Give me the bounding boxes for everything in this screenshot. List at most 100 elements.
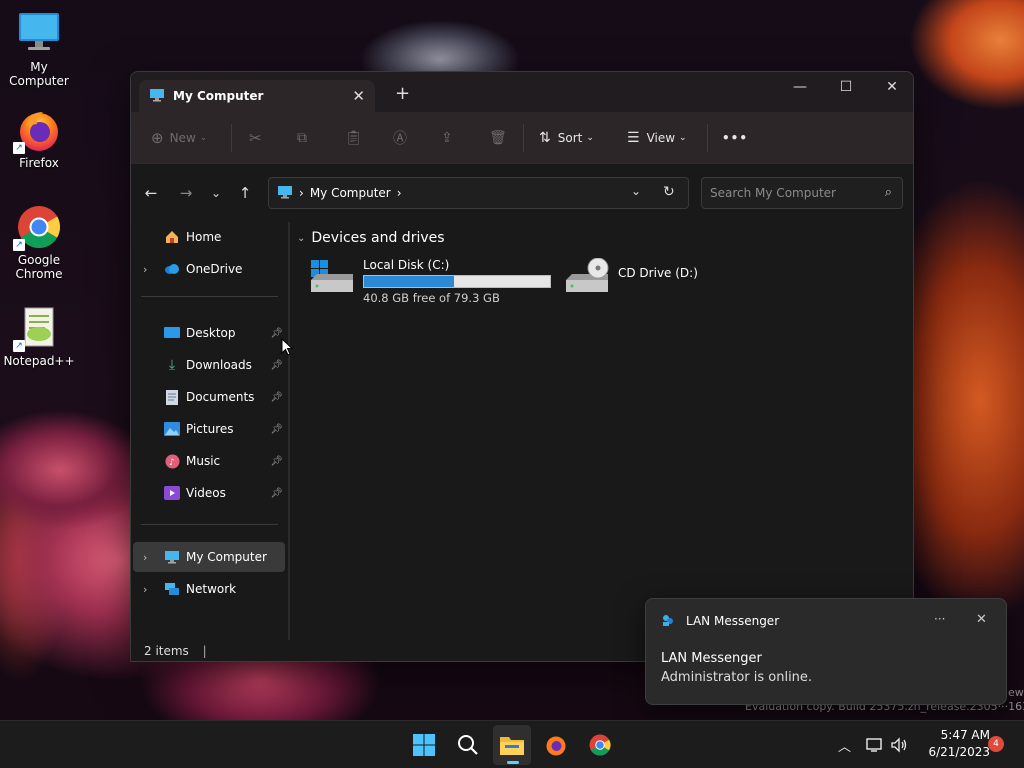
breadcrumb-separator[interactable]: › xyxy=(397,186,402,200)
chevron-down-icon: ⌄ xyxy=(586,133,594,143)
command-bar: ⊕ New ⌄ ✂ ⧉ 📋︎ Ⓐ ⇪ 🗑︎ ⇅ Sort ⌄ ☰ View ⌄ … xyxy=(131,112,913,164)
notification-toast[interactable]: LAN Messenger ··· ✕ LAN Messenger Admini… xyxy=(645,598,1007,705)
desktop-icon-label: Google Chrome xyxy=(15,253,63,281)
delete-button[interactable]: 🗑︎ xyxy=(489,125,507,151)
sidebar-item-desktop[interactable]: Desktop 📌︎ xyxy=(133,318,285,348)
shortcut-arrow-icon: ↗ xyxy=(13,142,25,154)
up-button[interactable]: ↑ xyxy=(234,182,256,204)
refresh-icon: ↻ xyxy=(663,184,675,200)
pin-icon[interactable]: 📌︎ xyxy=(270,456,283,467)
pin-icon[interactable]: 📌︎ xyxy=(270,392,283,403)
section-devices-and-drives[interactable]: ⌄ Devices and drives xyxy=(297,230,445,246)
pin-icon[interactable]: 📌︎ xyxy=(270,488,283,499)
drive-local-disk-c[interactable]: Local Disk (C:) 40.8 GB free of 79.3 GB xyxy=(309,258,551,305)
pin-icon[interactable]: 📌︎ xyxy=(270,328,283,339)
firefox-taskbar-button[interactable] xyxy=(537,725,575,765)
sidebar-item-label: Documents xyxy=(186,390,255,404)
tab-title: My Computer xyxy=(173,89,264,103)
file-explorer-taskbar-button[interactable] xyxy=(493,725,531,765)
desktop-icon-my-computer[interactable]: My Computer xyxy=(1,10,77,88)
drive-cd-d[interactable]: CD Drive (D:) xyxy=(564,257,698,297)
paste-button[interactable]: 📋︎ xyxy=(345,125,363,151)
clock-button[interactable]: 5:47 AM 6/21/2023 xyxy=(920,727,990,761)
search-input[interactable]: Search My Computer ⌕ xyxy=(701,177,903,209)
close-button[interactable]: ✕ xyxy=(869,72,913,104)
sort-label: Sort xyxy=(557,131,583,145)
search-button[interactable] xyxy=(449,725,487,765)
more-options-button[interactable]: ••• xyxy=(722,125,748,151)
title-bar: My Computer ✕ + — ☐ ✕ xyxy=(131,72,913,112)
pin-icon[interactable]: 📌︎ xyxy=(270,424,283,435)
sidebar-item-onedrive[interactable]: › OneDrive xyxy=(133,254,285,284)
desktop-icon-firefox[interactable]: ↗ Firefox xyxy=(1,106,77,170)
cut-button[interactable]: ✂ xyxy=(249,125,262,151)
content-pane: ⌄ Devices and drives Local Disk (C:) 40.… xyxy=(291,220,913,640)
toolbar-separator xyxy=(231,124,232,152)
chevron-right-icon[interactable]: › xyxy=(143,583,147,596)
pin-icon[interactable]: 📌︎ xyxy=(270,360,283,371)
sidebar-item-my-computer[interactable]: › My Computer xyxy=(133,542,285,572)
address-bar[interactable]: › My Computer › ⌄ ↻ xyxy=(268,177,689,209)
cloud-icon xyxy=(164,261,180,277)
tab-close-button[interactable]: ✕ xyxy=(352,87,365,105)
chrome-icon: ↗ xyxy=(13,203,63,251)
search-icon: ⌕ xyxy=(884,185,892,200)
start-button[interactable] xyxy=(405,725,443,765)
toast-more-button[interactable]: ··· xyxy=(934,612,945,626)
desktop-icon-chrome[interactable]: ↗ Google Chrome xyxy=(1,203,77,281)
pane-splitter[interactable] xyxy=(288,222,290,640)
new-label: New xyxy=(169,131,196,145)
refresh-button[interactable]: ↻ xyxy=(663,184,675,200)
toast-close-button[interactable]: ✕ xyxy=(976,612,987,627)
sidebar-item-music[interactable]: ♪ Music 📌︎ xyxy=(133,446,285,476)
notepadpp-icon: ↗ xyxy=(13,304,63,352)
chevron-down-icon: ⌄ xyxy=(210,186,222,200)
network-icon xyxy=(164,581,180,597)
svg-text:♪: ♪ xyxy=(169,458,175,468)
new-button[interactable]: ⊕ New ⌄ xyxy=(151,125,207,151)
breadcrumb-my-computer[interactable]: My Computer xyxy=(310,186,391,200)
minimize-button[interactable]: — xyxy=(777,72,823,104)
desktop-folder-icon xyxy=(164,325,180,341)
notification-badge[interactable]: 4 xyxy=(988,736,1004,752)
volume-button[interactable] xyxy=(891,721,909,768)
taskbar: ︿ 5:47 AM 6/21/2023 xyxy=(0,720,1024,768)
sidebar-item-videos[interactable]: Videos 📌︎ xyxy=(133,478,285,508)
sidebar-item-pictures[interactable]: Pictures 📌︎ xyxy=(133,414,285,444)
firefox-icon: ↗ xyxy=(13,106,63,154)
desktop-icon-notepadpp[interactable]: ↗ Notepad++ xyxy=(1,304,77,368)
chevron-right-icon[interactable]: › xyxy=(143,551,147,564)
chevron-right-icon[interactable]: › xyxy=(143,263,147,276)
back-button[interactable]: ← xyxy=(140,182,162,204)
navigation-bar: ← → ⌄ ↑ › My Computer › ⌄ ↻ Search My Co… xyxy=(131,164,913,220)
sidebar-item-home[interactable]: Home xyxy=(133,222,285,252)
maximize-button[interactable]: ☐ xyxy=(823,72,869,104)
speaker-icon xyxy=(891,737,907,753)
sidebar-item-network[interactable]: › Network xyxy=(133,574,285,604)
sidebar-item-label: OneDrive xyxy=(186,262,243,276)
videos-icon xyxy=(164,485,180,501)
copy-button[interactable]: ⧉ xyxy=(297,125,307,151)
chrome-taskbar-button[interactable] xyxy=(581,725,619,765)
sort-button[interactable]: ⇅ Sort ⌄ xyxy=(539,125,594,151)
sidebar-item-label: Network xyxy=(186,582,237,596)
view-button[interactable]: ☰ View ⌄ xyxy=(627,125,687,151)
sidebar-item-label: My Computer xyxy=(186,550,267,564)
drive-free-space: 40.8 GB free of 79.3 GB xyxy=(363,291,500,305)
forward-button[interactable]: → xyxy=(175,182,197,204)
download-icon: ⤓ xyxy=(168,357,176,373)
sidebar-divider xyxy=(141,296,278,297)
share-button[interactable]: ⇪ xyxy=(441,125,453,151)
music-icon: ♪ xyxy=(164,453,180,469)
sidebar-item-documents[interactable]: Documents 📌︎ xyxy=(133,382,285,412)
recent-locations-button[interactable]: ⌄ xyxy=(205,182,227,204)
rename-button[interactable]: Ⓐ xyxy=(393,125,407,151)
show-hidden-icons-button[interactable]: ︿ xyxy=(838,721,851,768)
new-tab-button[interactable]: + xyxy=(395,83,410,104)
tab-my-computer[interactable]: My Computer ✕ xyxy=(139,80,375,112)
arrow-left-icon: ← xyxy=(144,184,158,202)
address-history-button[interactable]: ⌄ xyxy=(631,184,641,198)
network-status-button[interactable] xyxy=(866,721,884,768)
toast-title: LAN Messenger xyxy=(661,651,762,666)
sidebar-item-downloads[interactable]: ⤓ Downloads 📌︎ xyxy=(133,350,285,380)
